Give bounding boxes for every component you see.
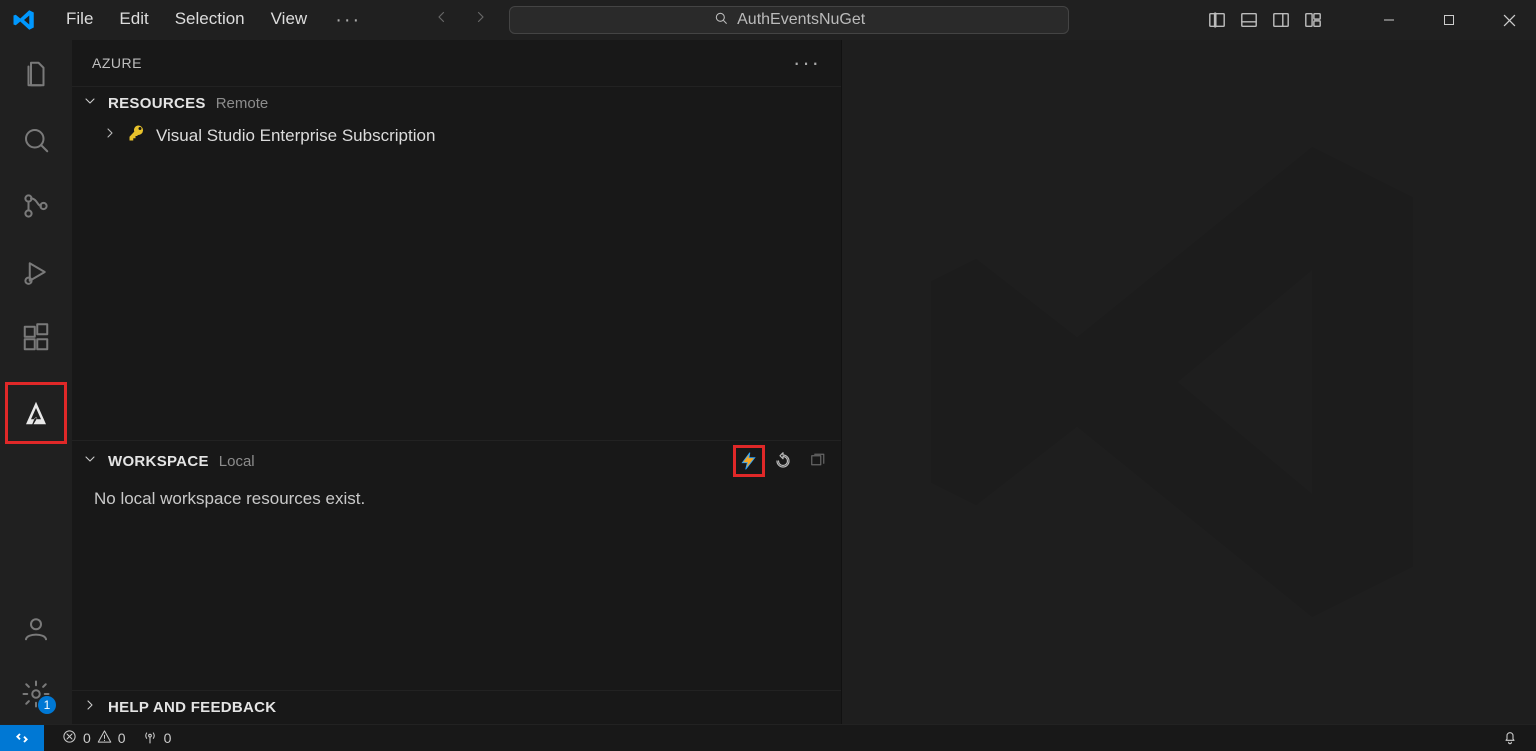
menu-edit[interactable]: Edit bbox=[109, 5, 158, 36]
chevron-down-icon bbox=[82, 93, 98, 114]
settings-badge: 1 bbox=[38, 696, 56, 714]
status-bar: 0 0 0 bbox=[0, 724, 1536, 751]
status-ports-count: 0 bbox=[164, 730, 172, 746]
workspace-section-sub: Local bbox=[219, 453, 255, 470]
menu-file[interactable]: File bbox=[56, 5, 103, 36]
bell-icon bbox=[1502, 729, 1518, 748]
subscription-row[interactable]: Visual Studio Enterprise Subscription bbox=[72, 120, 841, 151]
subscription-label: Visual Studio Enterprise Subscription bbox=[156, 126, 435, 146]
resources-section-sub: Remote bbox=[216, 95, 269, 112]
key-icon bbox=[128, 124, 146, 147]
workspace-empty-text: No local workspace resources exist. bbox=[94, 489, 365, 508]
help-feedback-name: HELP AND FEEDBACK bbox=[108, 699, 276, 716]
status-error-count: 0 bbox=[83, 730, 91, 746]
nav-back-icon[interactable] bbox=[433, 8, 451, 32]
azure-functions-lightning-icon[interactable] bbox=[735, 447, 763, 475]
azure-sidebar: AZURE ··· RESOURCES Remote bbox=[72, 40, 842, 724]
activity-accounts-icon[interactable] bbox=[16, 608, 56, 648]
nav-arrows bbox=[433, 8, 489, 32]
activity-explorer-icon[interactable] bbox=[16, 54, 56, 94]
status-notifications[interactable] bbox=[1494, 729, 1526, 748]
workspace-body: No local workspace resources exist. bbox=[72, 481, 841, 651]
sidebar-more-icon[interactable]: ··· bbox=[793, 50, 821, 76]
chevron-right-icon bbox=[102, 125, 118, 146]
vscode-watermark-icon bbox=[909, 102, 1469, 662]
vscode-logo-icon bbox=[0, 8, 48, 32]
status-ports[interactable]: 0 bbox=[134, 729, 180, 748]
nav-forward-icon[interactable] bbox=[471, 8, 489, 32]
layout-customize-icon[interactable] bbox=[1304, 11, 1322, 29]
help-feedback-section: HELP AND FEEDBACK bbox=[72, 690, 841, 724]
radio-tower-icon bbox=[142, 729, 158, 748]
menu-bar: File Edit Selection View ··· bbox=[56, 5, 373, 36]
layout-toggle-bottom-icon[interactable] bbox=[1240, 11, 1258, 29]
warning-triangle-icon bbox=[97, 729, 112, 747]
status-problems[interactable]: 0 0 bbox=[54, 729, 134, 747]
layout-toggle-left-icon[interactable] bbox=[1208, 11, 1226, 29]
refresh-icon[interactable] bbox=[769, 447, 797, 475]
menu-selection[interactable]: Selection bbox=[165, 5, 255, 36]
title-bar: File Edit Selection View ··· AuthEventsN… bbox=[0, 0, 1536, 40]
sidebar-title: AZURE bbox=[92, 55, 142, 71]
workspace-section-header[interactable]: WORKSPACE Local bbox=[72, 441, 841, 481]
window-close-button[interactable] bbox=[1486, 0, 1532, 40]
status-warning-count: 0 bbox=[118, 730, 126, 746]
chevron-down-icon bbox=[82, 451, 98, 472]
resources-tree: Visual Studio Enterprise Subscription bbox=[72, 120, 841, 440]
remote-indicator[interactable] bbox=[0, 725, 44, 751]
activity-search-icon[interactable] bbox=[16, 120, 56, 160]
activity-azure-icon[interactable] bbox=[7, 384, 65, 442]
activity-run-debug-icon[interactable] bbox=[16, 252, 56, 292]
resources-section-name: RESOURCES bbox=[108, 95, 206, 112]
resources-section: RESOURCES Remote Visual Studio Enterpris… bbox=[72, 86, 841, 440]
resources-section-header[interactable]: RESOURCES Remote bbox=[72, 87, 841, 120]
collapse-all-icon[interactable] bbox=[803, 447, 831, 475]
activity-source-control-icon[interactable] bbox=[16, 186, 56, 226]
command-center[interactable]: AuthEventsNuGet bbox=[509, 6, 1069, 34]
title-right-group bbox=[1208, 0, 1532, 40]
search-icon bbox=[713, 10, 729, 31]
workspace-section-name: WORKSPACE bbox=[108, 453, 209, 470]
workspace-section: WORKSPACE Local No local workspace resou… bbox=[72, 440, 841, 651]
workbench-body: 1 AZURE ··· RESOURCES Remote bbox=[0, 40, 1536, 724]
activity-settings-icon[interactable]: 1 bbox=[16, 674, 56, 714]
command-center-text: AuthEventsNuGet bbox=[737, 11, 865, 29]
chevron-right-icon bbox=[82, 697, 98, 718]
help-feedback-header[interactable]: HELP AND FEEDBACK bbox=[72, 691, 841, 724]
sidebar-title-row: AZURE ··· bbox=[72, 40, 841, 86]
layout-toggle-right-icon[interactable] bbox=[1272, 11, 1290, 29]
activity-bar: 1 bbox=[0, 40, 72, 724]
window-maximize-button[interactable] bbox=[1426, 0, 1472, 40]
menu-overflow-icon[interactable]: ··· bbox=[323, 5, 373, 36]
editor-area bbox=[842, 40, 1536, 724]
window-minimize-button[interactable] bbox=[1366, 0, 1412, 40]
activity-extensions-icon[interactable] bbox=[16, 318, 56, 358]
menu-view[interactable]: View bbox=[261, 5, 318, 36]
error-circle-icon bbox=[62, 729, 77, 747]
